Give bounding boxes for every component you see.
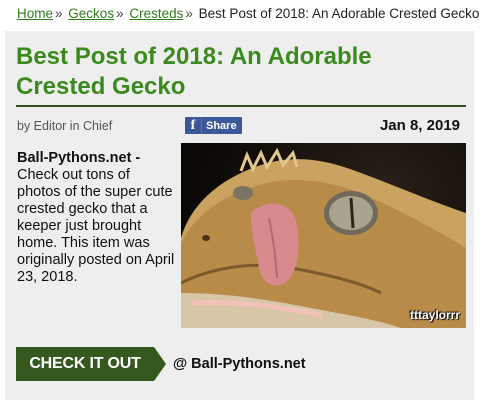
source-site: @ Ball-Pythons.net — [173, 356, 306, 372]
breadcrumb-separator: » — [116, 6, 124, 21]
article-source: Ball-Pythons.net - — [17, 150, 141, 166]
article-card: Best Post of 2018: An Adorable Crested G… — [5, 31, 474, 400]
check-it-out-label: CHECK IT OUT — [16, 347, 154, 381]
check-it-out-button[interactable]: CHECK IT OUT — [16, 347, 166, 381]
breadcrumb-current: Best Post of 2018: An Adorable Crested G… — [198, 6, 480, 21]
breadcrumb-separator: » — [55, 6, 63, 21]
gecko-image — [181, 147, 466, 328]
gecko-photo[interactable]: tttaylorrr — [181, 143, 466, 328]
breadcrumb-geckos-link[interactable]: Geckos — [68, 6, 114, 21]
photo-credit: tttaylorrr — [409, 308, 460, 322]
breadcrumb-home-link[interactable]: Home — [17, 6, 53, 21]
breadcrumb-cresteds-link[interactable]: Cresteds — [129, 6, 183, 21]
breadcrumb: Home» Geckos» Cresteds» Best Post of 201… — [17, 6, 479, 21]
share-label: Share — [206, 119, 237, 132]
arrow-right-icon — [154, 347, 166, 381]
article-title: Best Post of 2018: An Adorable Crested G… — [16, 43, 372, 100]
title-divider — [16, 105, 466, 107]
article-body: Check out tons of photos of the super cu… — [17, 167, 175, 285]
article-date: Jan 8, 2019 — [379, 117, 460, 134]
article-byline: by Editor in Chief — [17, 119, 113, 133]
facebook-share-button[interactable]: f Share — [185, 117, 242, 134]
breadcrumb-separator: » — [185, 6, 193, 21]
facebook-icon: f — [185, 117, 202, 134]
article-summary: Ball-Pythons.net - Check out tons of pho… — [17, 150, 175, 286]
